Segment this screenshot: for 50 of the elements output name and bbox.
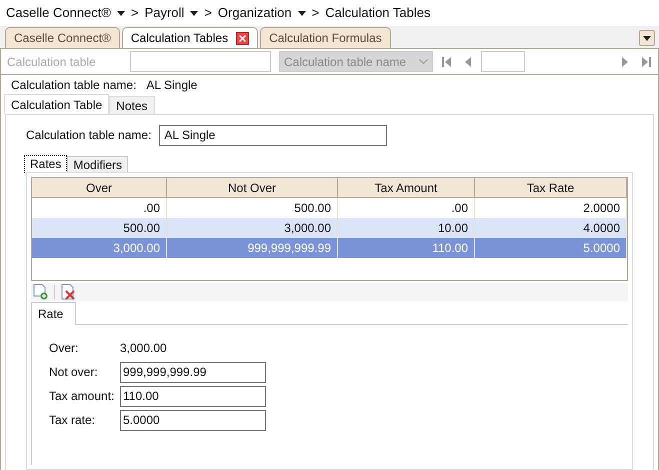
table-name-value: AL Single — [146, 77, 198, 94]
record-number-field[interactable] — [481, 51, 525, 72]
breadcrumb-separator: > — [312, 4, 320, 22]
table-cell: 999,999,999.99 — [167, 238, 338, 258]
column-header[interactable]: Over — [32, 178, 167, 197]
section-tab[interactable]: Notes — [109, 96, 155, 114]
detail-label: Tax rate: — [49, 412, 96, 429]
document-tab[interactable]: Calculation Tables — [122, 27, 258, 48]
document-tab[interactable]: Calculation Formulas — [260, 27, 391, 48]
breadcrumb-link[interactable]: Payroll — [144, 3, 184, 23]
lookup-label: Calculation table — [7, 54, 97, 70]
section-tab[interactable]: Calculation Table — [4, 94, 110, 114]
detail-label: Tax amount: — [49, 388, 116, 405]
breadcrumb-separator: > — [130, 4, 139, 22]
grid-tab[interactable]: Rates — [24, 155, 68, 173]
dropdown-caret-icon[interactable] — [298, 10, 306, 16]
detail-value: 3,000.00 — [120, 340, 167, 357]
lookup-field[interactable] — [130, 51, 271, 72]
dropdown-caret-icon[interactable] — [190, 10, 198, 16]
column-header[interactable]: Tax Rate — [475, 178, 627, 197]
add-document-icon[interactable] — [33, 284, 48, 300]
column-header[interactable]: Not Over — [167, 178, 338, 197]
detail-field[interactable]: 999,999,999.99 — [120, 362, 266, 382]
breadcrumb-link[interactable]: Caselle Connect® — [6, 3, 111, 23]
detail-field[interactable]: 5.0000 — [120, 410, 266, 430]
chevron-icon — [419, 58, 428, 64]
delete-document-icon[interactable] — [61, 284, 76, 300]
rate-tab[interactable]: Rate — [31, 302, 76, 325]
breadcrumb-separator: > — [204, 4, 212, 22]
detail-label: Not over: — [49, 364, 99, 381]
name-field-label: Calculation table name: — [26, 127, 152, 144]
document-tab[interactable]: Caselle Connect® — [5, 27, 120, 48]
last-record-icon[interactable] — [640, 56, 652, 68]
breadcrumb-link[interactable]: Calculation Tables — [325, 3, 430, 23]
grid-tab[interactable]: Modifiers — [67, 156, 128, 173]
table-cell: 110.00 — [338, 238, 475, 258]
table-cell: 3,000.00 — [32, 238, 167, 258]
close-icon[interactable] — [236, 32, 250, 44]
column-header[interactable]: Tax Amount — [338, 178, 475, 197]
table-name-label: Calculation table name: — [11, 77, 136, 94]
first-record-icon[interactable] — [441, 56, 453, 68]
caret-icon[interactable] — [643, 36, 651, 40]
breadcrumb-link[interactable]: Organization — [218, 3, 292, 23]
tab-list-button[interactable] — [639, 30, 655, 46]
name-field[interactable]: AL Single — [159, 124, 388, 146]
table-row[interactable]: 500.00 3,000.00 10.00 4.0000 — [32, 218, 627, 238]
detail-label: Over: — [49, 340, 80, 357]
table-cell: 5.0000 — [475, 238, 627, 258]
detail-field[interactable]: 110.00 — [120, 386, 266, 406]
dropdown-caret-icon[interactable] — [116, 10, 125, 16]
